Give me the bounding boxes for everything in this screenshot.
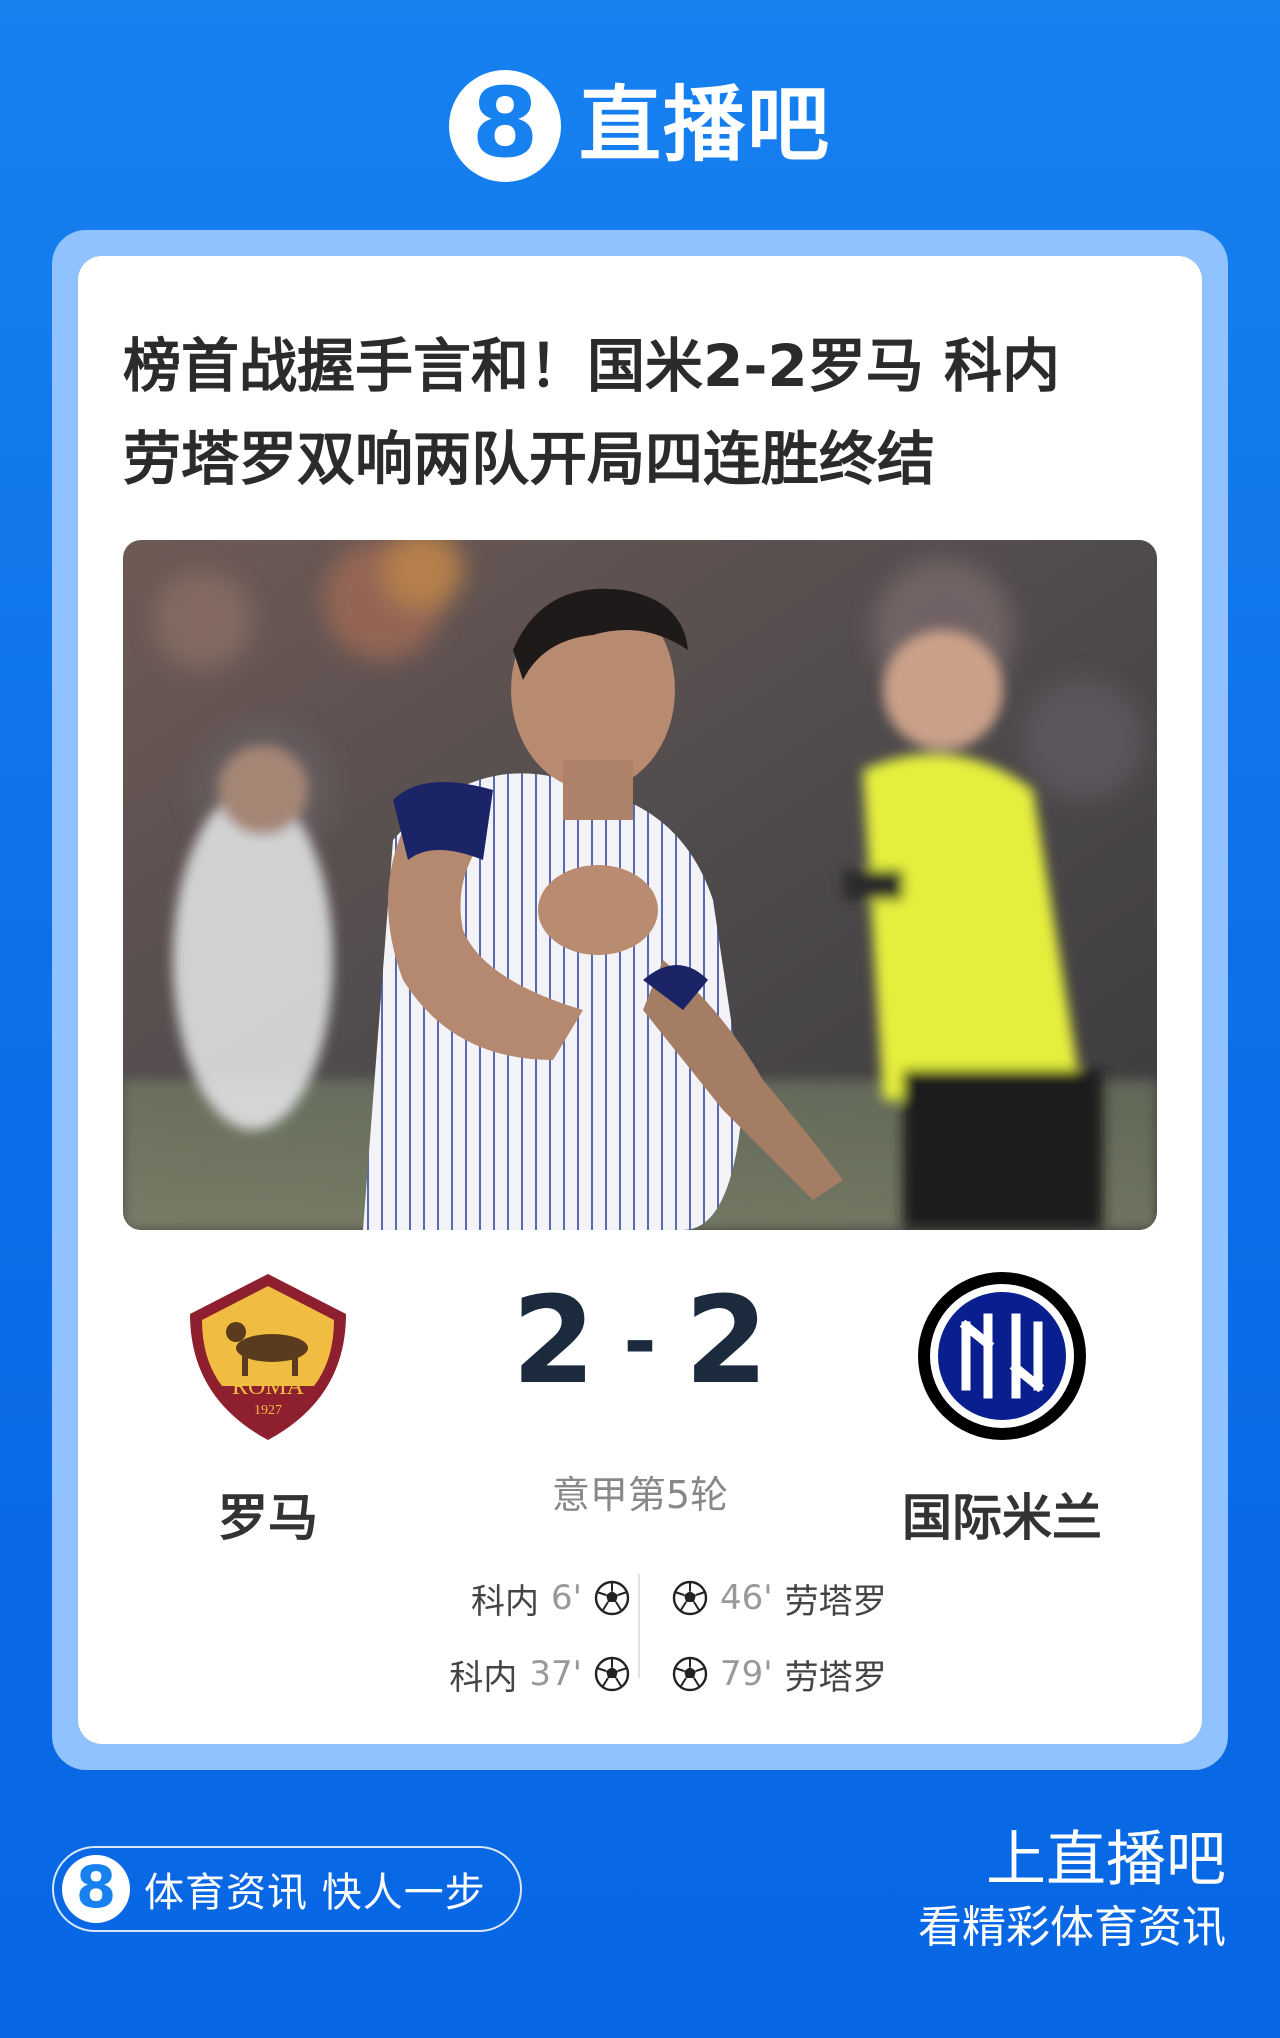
player-celebration-image <box>123 540 1157 1230</box>
brand-logo: 8 直播吧 <box>0 70 1280 182</box>
inter-crest-icon <box>918 1272 1086 1440</box>
goals-divider <box>638 1574 640 1678</box>
home-goal-1: 科内 6' <box>471 1572 630 1624</box>
away-goal-2: 79' 劳塔罗 <box>672 1648 887 1700</box>
away-team[interactable]: 国际米兰 <box>852 1268 1152 1550</box>
football-icon <box>594 1580 630 1616</box>
away-goal-1: 46' 劳塔罗 <box>672 1572 887 1624</box>
scoreboard: 2 - 2 <box>440 1282 840 1402</box>
home-goal-2: 科内 37' <box>449 1648 630 1700</box>
article-photo[interactable] <box>123 540 1157 1230</box>
brand-name: 直播吧 <box>578 78 831 173</box>
goal-minute: 46' <box>720 1578 773 1618</box>
news-card-frame: 榜首战握手言和！国米2-2罗马 科内 劳塔罗双响两队开局四连胜终结 ROMA 1… <box>52 230 1228 1770</box>
cta-title: 上直播吧 <box>986 1825 1226 1895</box>
zhibo8-badge-icon: 8 <box>448 67 561 182</box>
goal-scorer: 科内 <box>449 1657 518 1698</box>
goal-scorer: 劳塔罗 <box>784 1657 887 1698</box>
football-icon <box>672 1656 708 1692</box>
away-team-name: 国际米兰 <box>902 1489 1102 1547</box>
download-cta[interactable]: 上直播吧 看精彩体育资讯 <box>918 1824 1226 1958</box>
slogan-badge-glyph: 8 <box>75 1853 117 1921</box>
headline-line-2: 劳塔罗双响两队开局四连胜终结 <box>123 425 936 493</box>
article-headline: 榜首战握手言和！国米2-2罗马 科内 劳塔罗双响两队开局四连胜终结 <box>123 320 1163 506</box>
zhibo8-small-badge-icon: 8 <box>62 1855 130 1923</box>
goal-scorer: 科内 <box>471 1581 540 1622</box>
home-team[interactable]: ROMA 1927 罗马 <box>118 1268 418 1550</box>
roma-crest-year: 1927 <box>254 1403 282 1418</box>
goal-minute: 6' <box>551 1578 582 1618</box>
headline-line-1: 榜首战握手言和！国米2-2罗马 科内 <box>123 332 1060 400</box>
goal-scorers: 科内 6' 科内 37' 46' 劳塔罗 79' 劳塔罗 <box>78 1566 1202 1706</box>
match-round: 意甲第5轮 <box>551 1473 729 1517</box>
football-icon <box>672 1580 708 1616</box>
home-score: 2 <box>511 1272 596 1411</box>
score-separator: - <box>623 1295 657 1388</box>
news-card[interactable]: 榜首战握手言和！国米2-2罗马 科内 劳塔罗双响两队开局四连胜终结 ROMA 1… <box>78 256 1202 1744</box>
slogan-pill[interactable]: 8 体育资讯 快人一步 <box>52 1846 522 1932</box>
football-icon <box>594 1656 630 1692</box>
cta-subtitle: 看精彩体育资讯 <box>918 1902 1226 1953</box>
roma-crest-text: ROMA <box>232 1374 305 1400</box>
roma-crest-icon: ROMA 1927 <box>190 1274 346 1440</box>
goal-minute: 37' <box>529 1654 582 1694</box>
goal-minute: 79' <box>720 1654 773 1694</box>
home-team-name: 罗马 <box>218 1489 318 1547</box>
brand-badge-glyph: 8 <box>471 67 539 179</box>
goal-scorer: 劳塔罗 <box>784 1581 887 1622</box>
slogan-text: 体育资讯 快人一步 <box>144 1870 486 1916</box>
away-score: 2 <box>684 1272 769 1411</box>
